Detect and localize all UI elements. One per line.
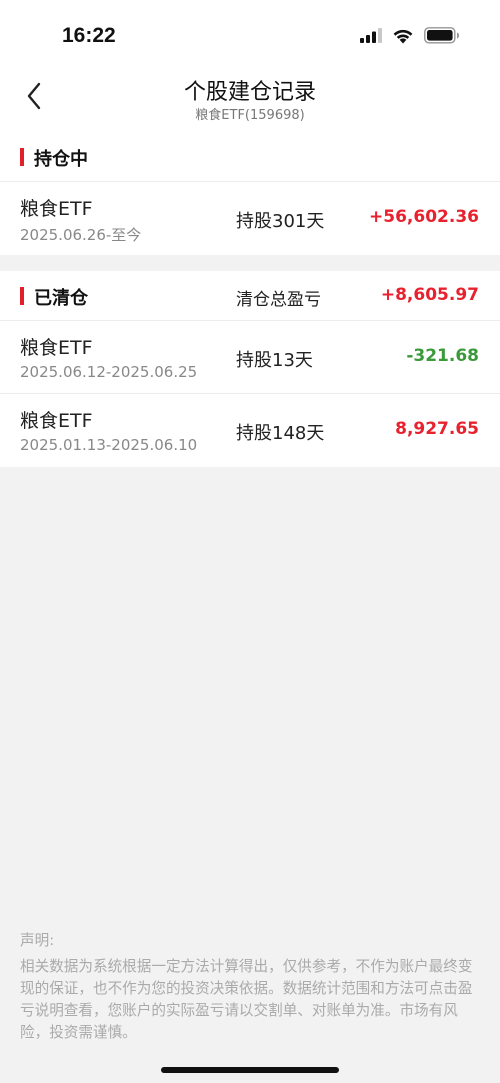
- closed-row[interactable]: 粮食ETF 2025.01.13-2025.06.10 持股148天 8,927…: [0, 394, 500, 467]
- closed-header: 已清仓 清仓总盈亏 +8,605.97: [0, 271, 500, 321]
- battery-icon: [424, 27, 459, 44]
- holding-section: 持仓中 粮食ETF 2025.06.26-至今 持股301天 +56,602.3…: [0, 132, 500, 255]
- disclaimer-body: 相关数据为系统根据一定方法计算得出，仅供参考，不作为账户最终变现的保证，也不作为…: [20, 958, 473, 1041]
- status-bar: 16:22: [0, 0, 500, 70]
- status-icons: [360, 27, 460, 44]
- status-time: 16:22: [62, 24, 116, 47]
- page-title: 个股建仓记录: [183, 80, 316, 105]
- closed-row[interactable]: 粮食ETF 2025.06.12-2025.06.25 持股13天 -321.6…: [0, 321, 500, 394]
- row-name: 粮食ETF: [20, 337, 93, 359]
- closed-total-label: 清仓总盈亏: [236, 290, 321, 310]
- holding-header: 持仓中: [0, 132, 500, 182]
- home-indicator: [161, 1067, 339, 1073]
- disclaimer-title: 声明:: [20, 932, 55, 949]
- row-pnl: -321.68: [406, 346, 479, 366]
- wifi-icon: [393, 29, 413, 43]
- closed-section: 已清仓 清仓总盈亏 +8,605.97 粮食ETF 2025.06.12-202…: [0, 271, 500, 467]
- row-name: 粮食ETF: [20, 198, 93, 220]
- row-date: 2025.06.12-2025.06.25: [20, 363, 198, 381]
- disclaimer: 声明: 相关数据为系统根据一定方法计算得出，仅供参考，不作为账户最终变现的保证，…: [20, 930, 482, 1044]
- closed-title: 已清仓: [34, 288, 88, 309]
- page-subtitle: 粮食ETF(159698): [195, 108, 305, 123]
- closed-total-value: +8,605.97: [380, 285, 479, 305]
- row-pnl: +56,602.36: [369, 207, 479, 227]
- row-date: 2025.06.26-至今: [20, 226, 142, 244]
- row-hold-days: 持股148天: [236, 423, 325, 444]
- row-name: 粮食ETF: [20, 410, 93, 432]
- nav-bar: 个股建仓记录 粮食ETF(159698): [0, 70, 500, 132]
- cellular-signal-icon: [360, 28, 382, 43]
- section-marker: [20, 287, 24, 305]
- section-marker: [20, 148, 24, 166]
- holding-row[interactable]: 粮食ETF 2025.06.26-至今 持股301天 +56,602.36: [0, 182, 500, 255]
- row-hold-days: 持股301天: [236, 211, 325, 232]
- row-date: 2025.01.13-2025.06.10: [20, 436, 198, 454]
- holding-title: 持仓中: [34, 149, 88, 170]
- row-hold-days: 持股13天: [236, 350, 313, 371]
- row-pnl: 8,927.65: [395, 419, 479, 439]
